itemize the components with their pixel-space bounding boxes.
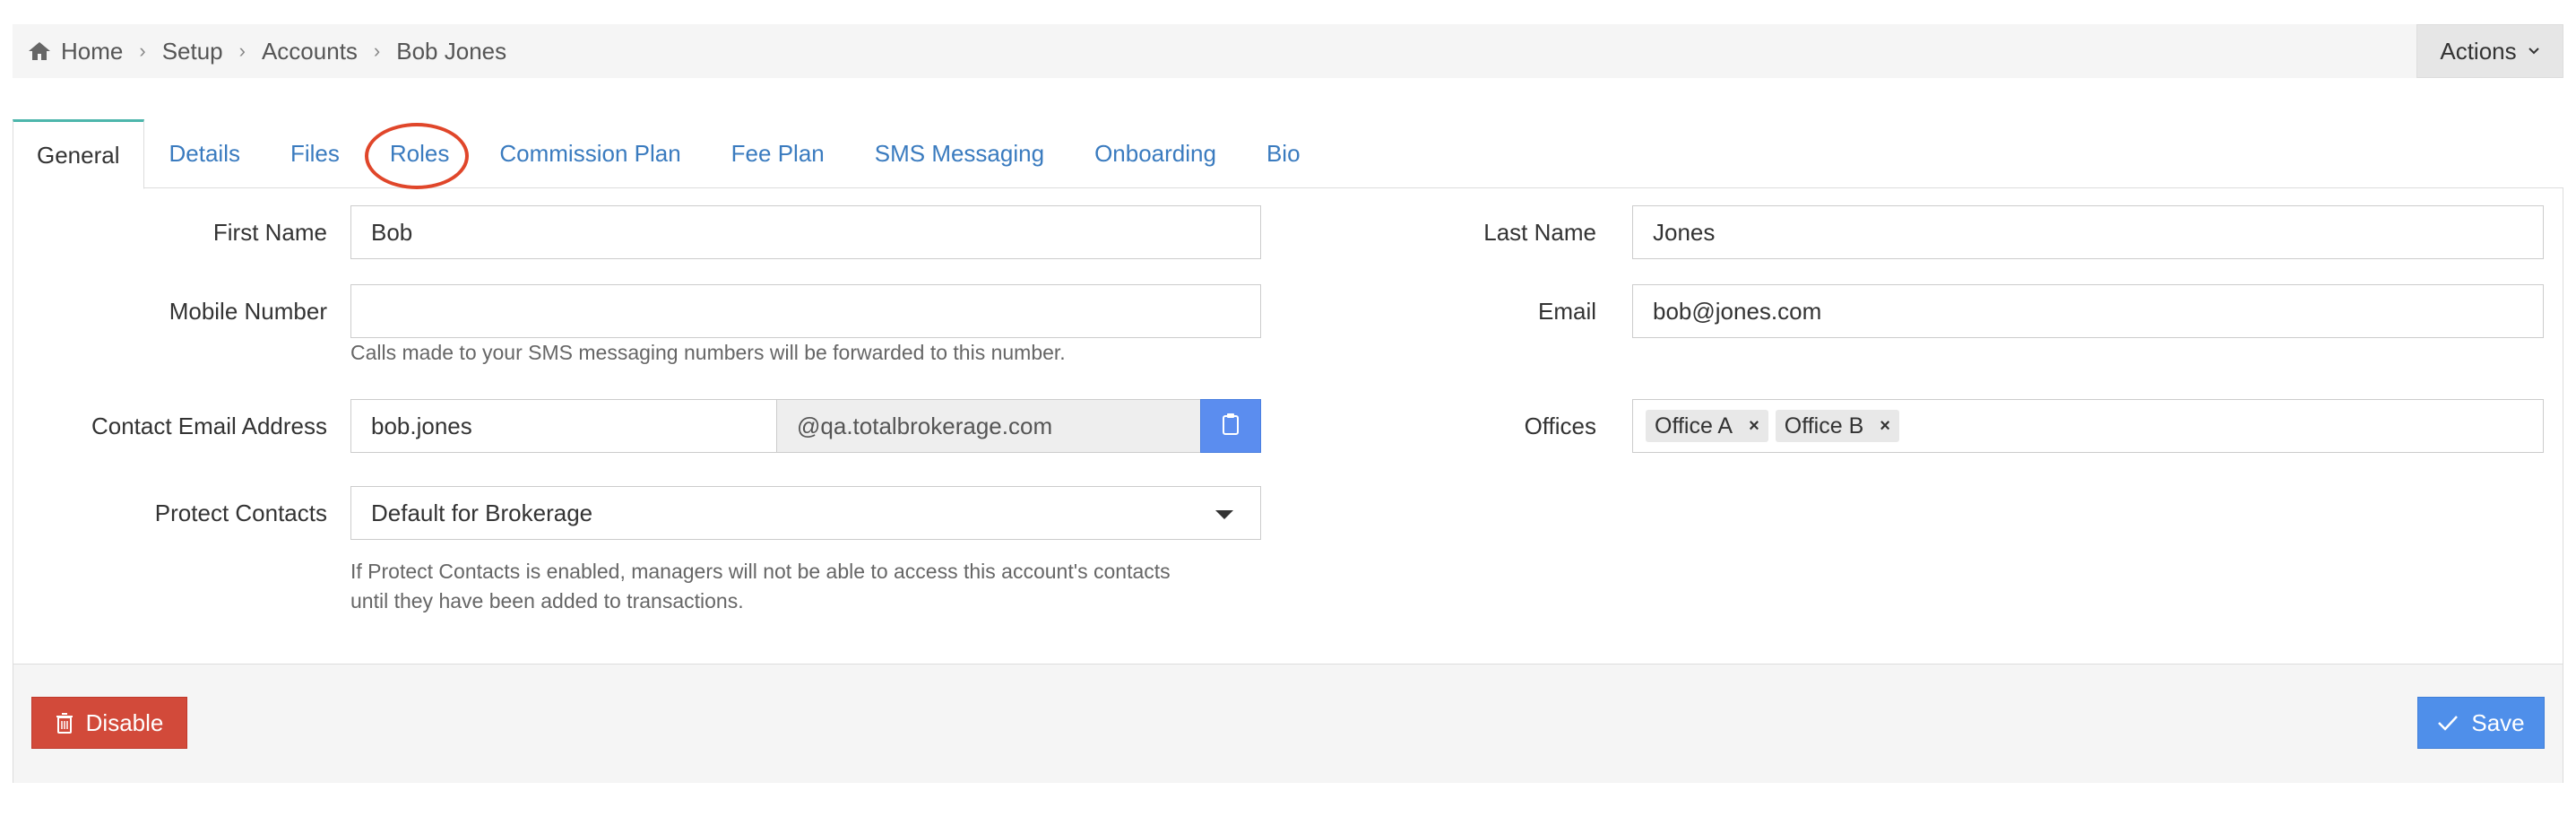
help-line: If Protect Contacts is enabled, managers… [350, 560, 1171, 583]
check-icon [2437, 714, 2459, 732]
tab-label: Roles [389, 140, 450, 167]
mobile-number-label: Mobile Number [169, 298, 327, 325]
tab-onboarding[interactable]: Onboarding [1069, 119, 1241, 188]
chevron-down-icon [2528, 47, 2540, 56]
form-body: First Name Bob Mobile Number Calls made … [13, 188, 2563, 664]
mobile-number-help: Calls made to your SMS messaging numbers… [350, 341, 1066, 364]
email-label: Email [1537, 298, 1596, 325]
save-label: Save [2471, 708, 2525, 736]
office-chip: Office A × [1646, 410, 1768, 442]
disable-label: Disable [85, 708, 164, 736]
tab-label: Commission Plan [499, 140, 681, 167]
disable-button[interactable]: Disable [31, 697, 187, 749]
tab-details[interactable]: Details [144, 119, 265, 188]
breadcrumb-accounts[interactable]: Accounts [262, 38, 358, 65]
copy-email-button[interactable] [1200, 399, 1261, 453]
contact-email-domain: @qa.totalbrokerage.com [776, 399, 1201, 453]
contact-email-input[interactable]: bob.jones [350, 399, 777, 453]
tab-label: Files [290, 140, 340, 167]
protect-contacts-select[interactable]: Default for Brokerage [350, 486, 1261, 540]
tab-commission-plan[interactable]: Commission Plan [474, 119, 705, 188]
help-line: until they have been added to transactio… [350, 589, 744, 612]
tab-label: Fee Plan [730, 140, 825, 167]
actions-label: Actions [2440, 37, 2517, 65]
tab-general[interactable]: General [13, 119, 144, 189]
caret-down-icon [1215, 510, 1233, 519]
tab-bio[interactable]: Bio [1241, 119, 1326, 188]
remove-icon[interactable]: × [1749, 416, 1759, 437]
office-chip: Office B × [1775, 410, 1899, 442]
save-button[interactable]: Save [2417, 697, 2545, 749]
first-name-input[interactable]: Bob [350, 205, 1261, 259]
protect-contacts-label: Protect Contacts [154, 500, 327, 526]
home-icon[interactable] [27, 39, 54, 63]
protect-contacts-value: Default for Brokerage [371, 499, 593, 526]
mobile-number-input[interactable] [350, 284, 1261, 338]
breadcrumb: Home › Setup › Accounts › Bob Jones [27, 24, 506, 78]
breadcrumb-separator: › [373, 39, 381, 62]
clipboard-icon [1222, 413, 1240, 440]
protect-contacts-help: If Protect Contacts is enabled, managers… [350, 557, 1171, 616]
breadcrumb-current: Bob Jones [396, 37, 507, 65]
general-panel: First Name Bob Mobile Number Calls made … [13, 188, 2563, 783]
breadcrumb-separator: › [139, 39, 146, 62]
last-name-label: Last Name [1483, 219, 1596, 246]
tab-label: Bio [1266, 140, 1301, 167]
office-chip-label: Office B [1784, 413, 1864, 439]
first-name-label: First Name [212, 219, 327, 246]
tab-files[interactable]: Files [265, 119, 365, 188]
trash-icon [56, 712, 73, 734]
breadcrumb-home[interactable]: Home [61, 38, 123, 65]
tab-bar: General Details Files Roles Commission P… [13, 119, 2563, 189]
offices-label: Offices [1524, 413, 1596, 439]
tab-label: General [37, 141, 120, 169]
contact-email-label: Contact Email Address [91, 413, 327, 439]
email-input[interactable]: bob@jones.com [1632, 284, 2544, 338]
tab-label: Onboarding [1094, 140, 1216, 167]
breadcrumb-setup[interactable]: Setup [162, 38, 223, 65]
tab-roles[interactable]: Roles [364, 119, 474, 189]
offices-multiselect[interactable]: Office A × Office B × [1632, 399, 2544, 453]
tab-sms-messaging[interactable]: SMS Messaging [850, 119, 1069, 188]
office-chip-label: Office A [1655, 413, 1733, 439]
breadcrumb-bar: Home › Setup › Accounts › Bob Jones Acti… [13, 24, 2563, 78]
breadcrumb-separator: › [238, 39, 246, 62]
tab-label: Details [169, 140, 240, 167]
remove-icon[interactable]: × [1880, 416, 1890, 437]
tab-fee-plan[interactable]: Fee Plan [706, 119, 850, 188]
tab-label: SMS Messaging [874, 140, 1045, 167]
actions-dropdown-button[interactable]: Actions [2416, 24, 2563, 78]
last-name-input[interactable]: Jones [1632, 205, 2544, 259]
form-footer: Disable Save [13, 664, 2563, 783]
